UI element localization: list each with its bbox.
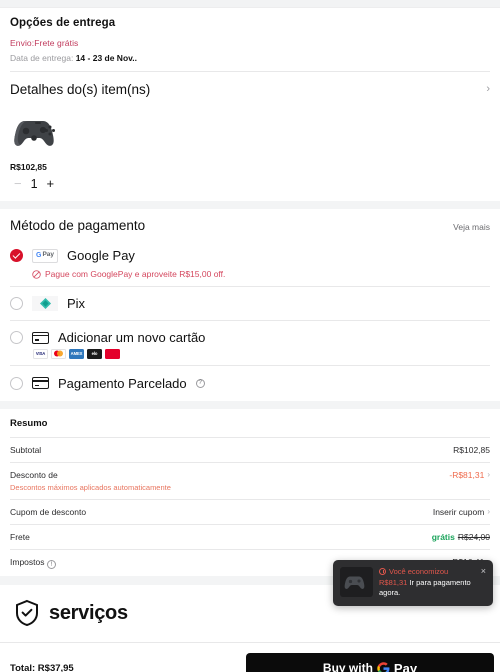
- summary-row-value: R$102,85: [453, 444, 490, 455]
- product-block: R$102,85 − 1 +: [0, 106, 500, 201]
- buy-button-prefix: Buy with: [322, 661, 373, 672]
- radio-unselected-icon[interactable]: [10, 376, 23, 390]
- google-pay-badge-g: G: [35, 252, 42, 259]
- checkout-footer: Total: R$37,95 Buy with Pay: [0, 642, 500, 672]
- total-block: Total: R$37,95: [10, 663, 74, 672]
- product-price: R$102,85: [10, 162, 47, 172]
- radio-selected-icon[interactable]: [10, 249, 23, 262]
- shipping-line: Envio:Frete grátis: [10, 38, 79, 48]
- shield-check-icon: [16, 599, 38, 627]
- product-thumbnail[interactable]: [10, 108, 66, 156]
- toast-headline-row: Você economizou: [379, 567, 473, 576]
- quantity-decrease-button[interactable]: −: [14, 176, 22, 191]
- google-g-icon: [377, 661, 390, 672]
- payment-option-installments[interactable]: Pagamento Parcelado ?: [0, 366, 500, 401]
- summary-row-value: R$24,00: [457, 531, 490, 542]
- toast-body: Você economizou R$81,31 Ir para pagament…: [379, 567, 473, 598]
- summary-row-label: Subtotal: [10, 444, 42, 455]
- summary-row-discount[interactable]: Desconto de Descontos máximos aplicados …: [0, 463, 500, 499]
- chevron-right-icon[interactable]: ›: [487, 470, 490, 479]
- payment-method-header: Método de pagamento Veja mais: [0, 209, 500, 243]
- card-brand-list: VISA AMEX elo: [0, 347, 500, 365]
- summary-row-value: -R$81,31: [449, 469, 485, 480]
- payment-option-label: Pix: [67, 296, 86, 311]
- summary-row-sublabel: Descontos máximos aplicados automaticame…: [10, 482, 171, 492]
- shipping-free-badge: grátis: [431, 531, 455, 542]
- quantity-stepper[interactable]: − 1 +: [14, 176, 54, 191]
- discount-tag-icon: [32, 269, 41, 279]
- clock-icon: [379, 568, 386, 575]
- toast-headline: Você economizou: [389, 567, 449, 576]
- close-icon[interactable]: ×: [479, 566, 486, 598]
- payment-option-label: Google Pay: [67, 248, 135, 263]
- delivery-date-line: Data de entrega: 14 - 23 de Nov..: [10, 53, 490, 63]
- google-pay-promo-text: Pague com GooglePay e aproveite R$15,00 …: [45, 269, 226, 279]
- delivery-date-label: Data de entrega:: [10, 53, 74, 63]
- radio-unselected-icon[interactable]: [10, 331, 23, 344]
- google-pay-badge-icon: G Pay: [32, 248, 58, 263]
- quantity-value: 1: [30, 176, 38, 191]
- toast-amount: R$81,31: [379, 578, 408, 587]
- brand-visa-icon: VISA: [33, 349, 48, 359]
- summary-title: Resumo: [10, 417, 48, 429]
- info-help-icon[interactable]: !: [46, 560, 56, 569]
- services-name: serviços: [49, 601, 128, 624]
- credit-card-icon: [32, 377, 49, 389]
- total-label: Total:: [10, 662, 36, 672]
- taxes-label: Impostos: [10, 556, 45, 567]
- summary-row-label: Frete: [10, 531, 30, 542]
- delivery-options-title: Opções de entrega: [10, 17, 116, 29]
- insert-coupon-link[interactable]: Inserir cupom: [433, 507, 485, 517]
- section-band: [0, 400, 500, 409]
- quantity-increase-button[interactable]: +: [47, 176, 55, 191]
- see-more-link[interactable]: Veja mais: [453, 222, 490, 232]
- total-value: R$37,95: [37, 662, 74, 672]
- summary-row-subtotal: Subtotal R$102,85: [0, 438, 500, 462]
- top-cut-strip: [0, 0, 500, 8]
- payment-option-label: Pagamento Parcelado: [58, 375, 187, 391]
- toast-message: R$81,31 Ir para pagamento agora.: [379, 578, 473, 598]
- google-pay-badge-pay: Pay: [42, 251, 55, 259]
- toast-product-thumbnail: [340, 567, 373, 597]
- buy-button-pay-text: Pay: [393, 660, 418, 672]
- payment-method-title: Método de pagamento: [10, 218, 146, 233]
- summary-row-coupon[interactable]: Cupom de desconto Inserir cupom ›: [0, 500, 500, 524]
- savings-toast[interactable]: Você economizou R$81,31 Ir para pagament…: [333, 560, 493, 607]
- game-controller-icon: [344, 576, 365, 589]
- item-details-row[interactable]: Detalhes do(s) item(ns) ›: [0, 72, 500, 106]
- radio-unselected-icon[interactable]: [10, 297, 23, 310]
- summary-row-label: Impostos !: [10, 556, 56, 569]
- chevron-right-icon[interactable]: ›: [487, 507, 490, 516]
- checkout-screen: Opções de entrega Envio:Frete grátis Dat…: [0, 0, 500, 672]
- pix-logo-icon: [32, 296, 58, 311]
- payment-option-label: Adicionar um novo cartão: [58, 330, 206, 345]
- item-details-title: Detalhes do(s) item(ns): [10, 82, 151, 97]
- summary-row-label: Cupom de desconto: [10, 506, 87, 517]
- payment-option-pix[interactable]: Pix: [0, 287, 500, 320]
- payment-option-google-pay[interactable]: G Pay Google Pay: [0, 243, 500, 268]
- brand-mastercard-icon: [51, 349, 66, 359]
- buy-with-google-pay-button[interactable]: Buy with Pay: [246, 653, 494, 672]
- game-controller-icon: [14, 121, 55, 146]
- info-help-icon[interactable]: ?: [195, 378, 205, 388]
- delivery-date-value: 14 - 23 de Nov..: [75, 53, 137, 63]
- summary-row-shipping: Frete grátis R$24,00: [0, 525, 500, 549]
- summary-row-label: Desconto de: [10, 469, 58, 480]
- pix-diamond-icon: [39, 297, 51, 310]
- delivery-options-section: Opções de entrega Envio:Frete grátis Dat…: [0, 8, 500, 71]
- section-band: [0, 201, 500, 209]
- google-pay-promo: Pague com GooglePay e aproveite R$15,00 …: [0, 268, 500, 286]
- brand-diners-icon: [105, 349, 120, 359]
- payment-option-new-card[interactable]: Adicionar um novo cartão: [0, 321, 500, 347]
- brand-amex-icon: AMEX: [69, 349, 84, 359]
- credit-card-icon: [32, 331, 49, 344]
- chevron-right-icon[interactable]: ›: [486, 84, 490, 95]
- brand-elo-icon: elo: [87, 349, 102, 359]
